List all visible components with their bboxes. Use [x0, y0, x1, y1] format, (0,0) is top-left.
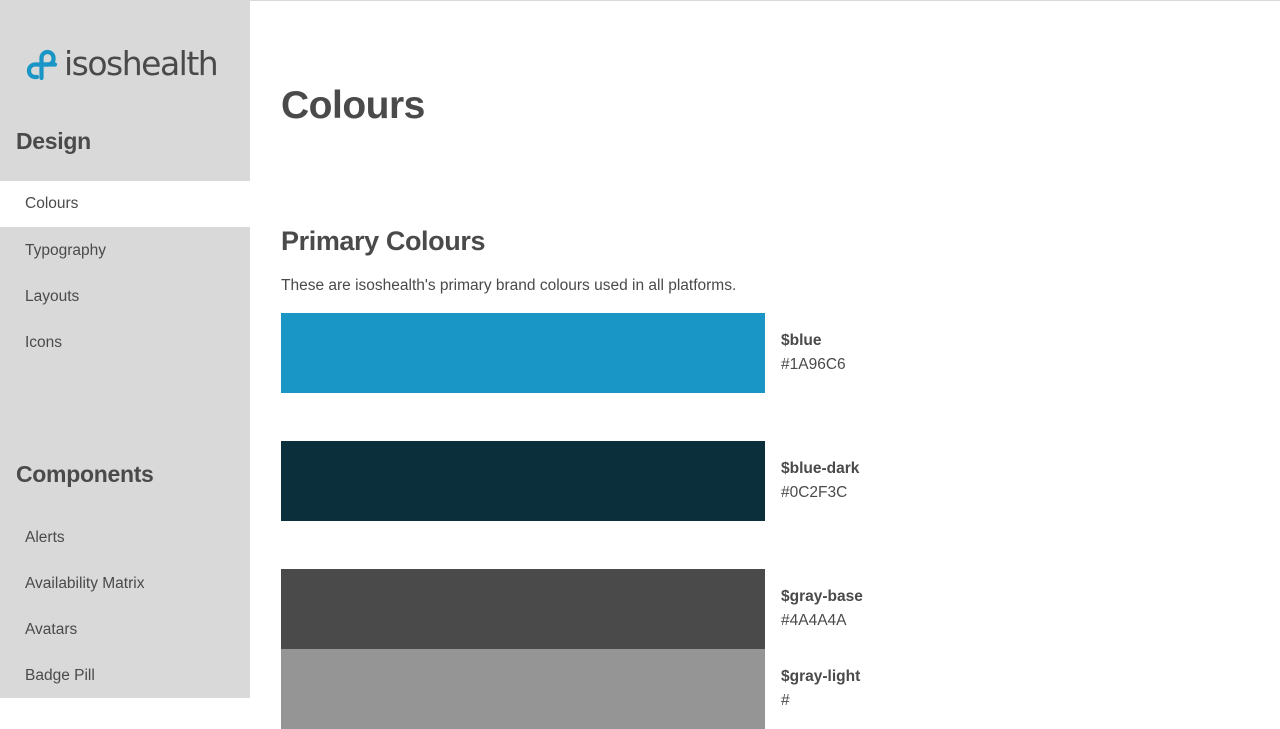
sidebar-item-badge-pill[interactable]: Badge Pill: [0, 653, 250, 698]
swatch-variable-name: $gray-base: [781, 588, 863, 605]
swatch-variable-name: $gray-light: [781, 668, 861, 685]
sidebar-item-layouts[interactable]: Layouts: [0, 274, 250, 320]
colour-swatch-row: $blue #1A96C6: [281, 313, 981, 393]
sidebar-item-availability-matrix[interactable]: Availability Matrix: [0, 561, 250, 607]
swatch-variable-name: $blue-dark: [781, 460, 860, 477]
swatch-variable-name: $blue: [781, 332, 822, 349]
sidebar-item-typography[interactable]: Typography: [0, 228, 250, 274]
swatch-hex-value: #1A96C6: [781, 356, 846, 373]
swatch-hex-value: #4A4A4A: [781, 612, 847, 629]
sidebar-item-colours[interactable]: Colours: [0, 181, 250, 227]
primary-colours-description: These are isoshealth's primary brand col…: [281, 277, 737, 294]
main-content: Colours Primary Colours These are isoshe…: [281, 0, 1241, 729]
primary-colours-heading: Primary Colours: [281, 226, 486, 256]
sidebar-item-icons[interactable]: Icons: [0, 320, 250, 366]
colour-swatch-row: $gray-base #4A4A4A: [281, 569, 981, 649]
brand-logo[interactable]: isoshealth: [25, 44, 219, 83]
colour-swatch-row: $blue-dark #0C2F3C: [281, 441, 981, 521]
swatch-hex-value: #0C2F3C: [781, 484, 848, 501]
sidebar-item-avatars[interactable]: Avatars: [0, 607, 250, 653]
isoshealth-cross-logo-icon: [26, 49, 58, 80]
colour-swatch-row: $gray-light #: [281, 649, 981, 729]
brand-name: isoshealth: [64, 44, 219, 83]
colour-swatch: [281, 569, 765, 649]
design-section-heading: Design: [16, 128, 91, 154]
components-section-heading: Components: [16, 461, 154, 487]
swatch-hex-value: #: [781, 692, 790, 709]
colour-swatch: [281, 649, 765, 729]
sidebar-item-alerts[interactable]: Alerts: [0, 515, 250, 561]
page-title: Colours: [281, 84, 425, 127]
sidebar: isoshealth Design Colours Typography Lay…: [0, 0, 250, 698]
colour-swatch: [281, 313, 765, 393]
colour-swatch: [281, 441, 765, 521]
